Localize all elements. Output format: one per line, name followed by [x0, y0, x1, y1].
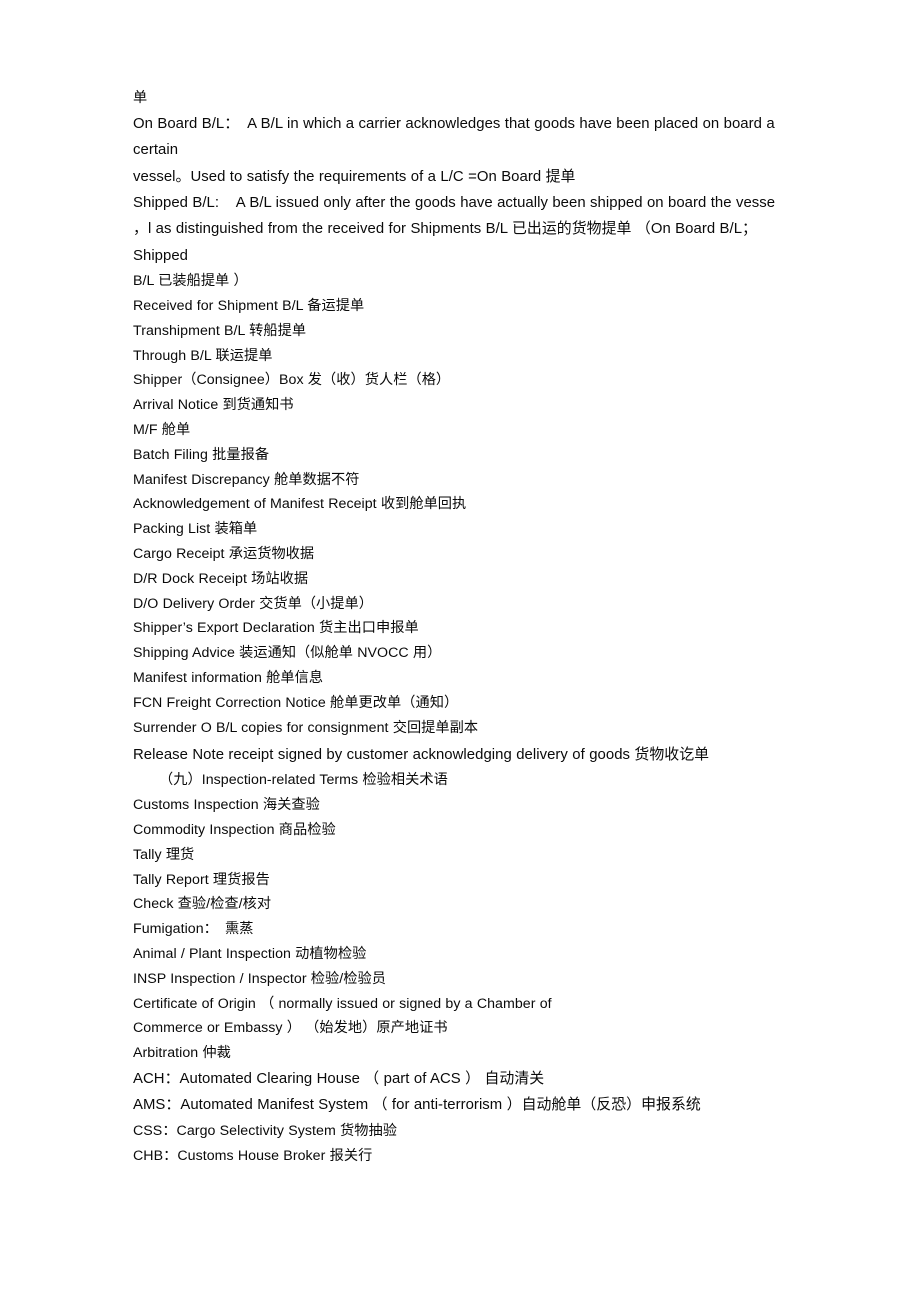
text-line: Shipper（Consignee）Box 发（收）货人栏（格） [133, 372, 451, 389]
text-line: Shipping Advice 装运通知（似舱单 NVOCC 用） [133, 645, 442, 662]
text-line: Check 查验/检查/核对 [133, 896, 272, 913]
text-line: Cargo Receipt 承运货物收据 [133, 546, 315, 562]
text-line: Arrival Notice 到货通知书 [133, 397, 294, 414]
text-line: certain [133, 142, 179, 159]
text-line: D/R Dock Receipt 场站收据 [133, 570, 309, 587]
text-line: Fumigation： 熏蒸 [133, 921, 254, 938]
text-line: Shipped [133, 247, 188, 264]
text-line: Received for Shipment B/L 备运提单 [133, 298, 365, 315]
text-line: FCN Freight Correction Notice 舱单更改单（通知） [133, 694, 459, 711]
text-line: Through B/L 联运提单 [133, 347, 273, 364]
document-text-body: 单 On Board B/L： A B/L in which a carrier… [133, 86, 781, 1168]
section-note-line: Release Note receipt signed by customer … [133, 746, 710, 763]
text-line: ，l as distinguished from the received fo… [133, 221, 757, 238]
text-line: Arbitration 仲裁 [133, 1045, 231, 1062]
text-line: B/L 已装船提单 ） [133, 273, 248, 290]
text-line: Manifest Discrepancy 舱单数据不符 [133, 471, 360, 488]
text-line: Certificate of Origin （ normally issued … [133, 995, 552, 1012]
text-line: Tally Report 理货报告 [133, 871, 270, 888]
text-line: Commerce or Embassy ） （始发地）原产地证书 [133, 1020, 448, 1037]
text-line: CHB：Customs House Broker 报关行 [133, 1147, 373, 1164]
text-line: Acknowledgement of Manifest Receipt 收到舱单… [133, 496, 467, 513]
text-line: M/F 舱单 [133, 422, 191, 439]
text-line: Commodity Inspection 商品检验 [133, 821, 336, 838]
text-line: INSP Inspection / Inspector 检验/检验员 [133, 970, 386, 987]
document-page: 单 On Board B/L： A B/L in which a carrier… [0, 0, 920, 1302]
text-line: Shipped B/L: A B/L issued only after the… [133, 195, 776, 212]
text-line: Animal / Plant Inspection 动植物检验 [133, 945, 367, 962]
text-line: CSS：Cargo Selectivity System 货物抽验 [133, 1122, 397, 1139]
section-heading-line: （九）Inspection-related Terms 检验相关术语 [159, 772, 448, 789]
text-line: Transhipment B/L 转船提单 [133, 322, 307, 339]
text-line: AMS：Automated Manifest System （ for anti… [133, 1097, 701, 1114]
text-line: vessel。Used to satisfy the requirements … [133, 168, 576, 185]
text-line: Shipper’s Export Declaration 货主出口申报单 [133, 620, 419, 637]
text-line: 单 [133, 90, 148, 106]
text-line: Tally 理货 [133, 846, 195, 863]
text-line: ACH：Automated Clearing House （ part of A… [133, 1070, 545, 1087]
text-line: Batch Filing 批量报备 [133, 446, 270, 463]
text-line: Manifest information 舱单信息 [133, 669, 324, 686]
text-line: Customs Inspection 海关查验 [133, 797, 320, 814]
text-line: Packing List 装箱单 [133, 521, 258, 538]
text-line: On Board B/L： A B/L in which a carrier a… [133, 115, 775, 132]
text-line: D/O Delivery Order 交货单（小提单） [133, 595, 374, 612]
text-line: Surrender O B/L copies for consignment 交… [133, 719, 479, 736]
